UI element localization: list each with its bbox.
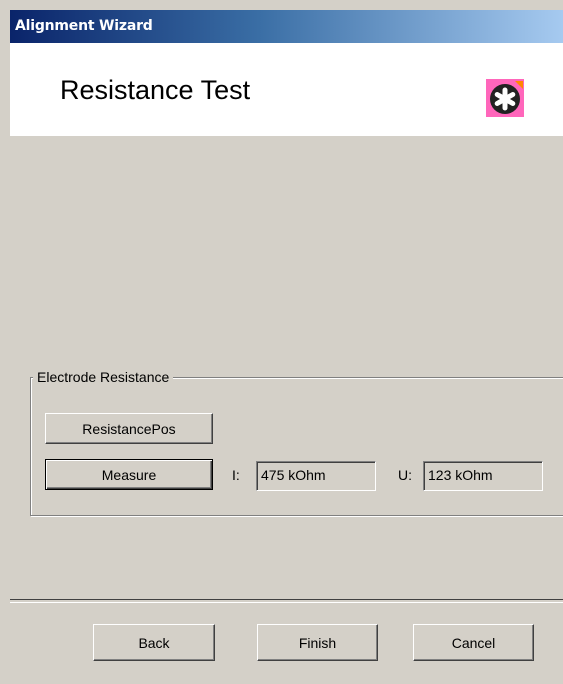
electrode-resistance-group [30,377,563,516]
window-title-bar[interactable]: Alignment Wizard [10,10,563,43]
asterisk-logo-icon [486,79,524,117]
wizard-header: Resistance Test [10,43,563,136]
measure-button[interactable]: Measure [45,459,213,490]
resistance-pos-button[interactable]: ResistancePos [45,413,213,444]
window-title: Alignment Wizard [15,18,153,34]
cancel-button[interactable]: Cancel [413,624,534,661]
resistance-pos-label: ResistancePos [82,420,176,437]
u-value-field[interactable]: 123 kOhm [423,461,543,491]
i-label: I: [232,467,240,483]
cancel-label: Cancel [451,634,496,651]
footer-separator [10,599,563,603]
back-label: Back [138,634,170,651]
finish-label: Finish [298,634,337,651]
i-value-field[interactable]: 475 kOhm [256,461,376,491]
group-legend: Electrode Resistance [33,369,174,385]
page-title: Resistance Test [60,75,251,105]
finish-button[interactable]: Finish [257,624,378,661]
u-label: U: [398,467,412,483]
measure-label: Measure [101,466,157,483]
back-button[interactable]: Back [93,624,215,661]
